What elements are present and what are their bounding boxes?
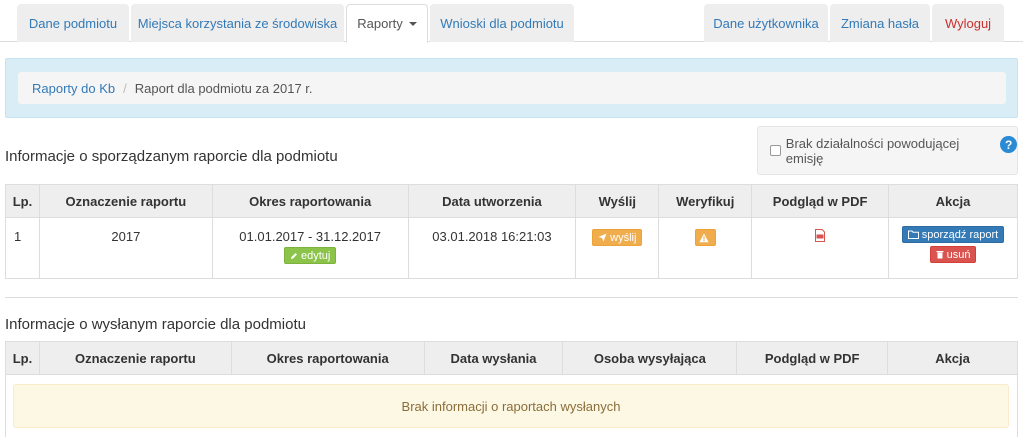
- section-divider: [5, 297, 1018, 298]
- pdf-file-icon[interactable]: [814, 229, 826, 242]
- verify-button[interactable]: [694, 229, 716, 246]
- breadcrumb-panel: Raporty do Kb / Raport dla podmiotu za 2…: [5, 58, 1018, 118]
- column-header: Osoba wysyłająca: [562, 341, 738, 375]
- tab-label: Miejsca korzystania ze środowiska: [137, 15, 338, 31]
- tab-label: Zmiana hasła: [840, 15, 920, 31]
- caret-down-icon: [408, 21, 417, 26]
- breadcrumb: Raporty do Kb / Raport dla podmiotu za 2…: [18, 72, 1006, 104]
- tab-label: Raporty: [357, 16, 403, 31]
- no-emission-checkbox[interactable]: [770, 145, 781, 156]
- column-header: Akcja: [887, 341, 1018, 375]
- row-verify-cell: [658, 217, 753, 279]
- warning-icon: [699, 233, 709, 242]
- paper-plane-icon: [598, 233, 607, 242]
- pencil-icon: [290, 252, 297, 259]
- column-header: Lp.: [5, 341, 40, 375]
- delete-label: usuń: [946, 248, 971, 261]
- table-header-row: Lp. Oznaczenie raportu Okres raportowani…: [5, 184, 1018, 218]
- tab-label: Wnioski dla podmiotu: [440, 15, 564, 31]
- prepared-report-table: Lp. Oznaczenie raportu Okres raportowani…: [5, 184, 1018, 279]
- trash-icon: [936, 251, 944, 259]
- table-row: 1 2017 01.01.2017 - 31.12.2017 edytuj 03…: [5, 217, 1018, 279]
- top-navigation: Dane podmiotu Miejsca korzystania ze śro…: [0, 0, 1023, 43]
- column-header: Okres raportowania: [230, 341, 425, 375]
- column-header: Podgląd w PDF: [736, 341, 889, 375]
- tab-raporty[interactable]: Raporty: [346, 4, 428, 43]
- column-header: Okres raportowania: [211, 184, 409, 218]
- column-header: Weryfikuj: [658, 184, 753, 218]
- breadcrumb-separator: /: [123, 80, 127, 96]
- tab-dane-uzytkownika[interactable]: Dane użytkownika: [704, 4, 828, 42]
- help-icon[interactable]: ?: [1000, 136, 1018, 153]
- row-period: 01.01.2017 - 31.12.2017: [239, 229, 381, 244]
- prepare-report-button[interactable]: sporządź raport: [901, 226, 1005, 243]
- prepare-report-label: sporządź raport: [921, 228, 999, 241]
- folder-icon: [907, 230, 919, 239]
- row-designation: 2017: [38, 217, 213, 279]
- no-emission-label: Brak działalności powodującej emisję: [785, 135, 960, 166]
- edit-label: edytuj: [300, 249, 331, 262]
- delete-button[interactable]: usuń: [929, 246, 977, 263]
- send-button[interactable]: wyślij: [592, 229, 643, 246]
- sent-section-title: Informacje o wysłanym raporcie dla podmi…: [5, 316, 306, 333]
- row-pdf-cell: [751, 217, 890, 279]
- prepared-section-title: Informacje o sporządzanym raporcie dla p…: [5, 148, 338, 165]
- logout-tab[interactable]: Wyloguj: [932, 4, 1004, 42]
- breadcrumb-current: Raport dla podmiotu za 2017 r.: [134, 80, 313, 96]
- column-header: Podgląd w PDF: [751, 184, 890, 218]
- row-created: 03.01.2018 16:21:03: [407, 217, 577, 279]
- row-period-cell: 01.01.2017 - 31.12.2017 edytuj: [211, 217, 409, 279]
- tab-label: Dane podmiotu: [28, 15, 118, 31]
- column-header: Lp.: [5, 184, 40, 218]
- column-header: Akcja: [888, 184, 1018, 218]
- tab-miejsca-korzystania[interactable]: Miejsca korzystania ze środowiska: [131, 4, 344, 42]
- column-header: Data utworzenia: [407, 184, 577, 218]
- empty-sent-message: Brak informacji o raportach wysłanych: [13, 384, 1009, 428]
- row-lp: 1: [5, 217, 40, 279]
- tab-label: Dane użytkownika: [713, 15, 819, 31]
- breadcrumb-link-raporty[interactable]: Raporty do Kb: [32, 81, 115, 96]
- tab-wnioski[interactable]: Wnioski dla podmiotu: [430, 4, 574, 42]
- column-header: Wyślij: [575, 184, 660, 218]
- edit-button[interactable]: edytuj: [283, 247, 337, 264]
- row-send-cell: wyślij: [575, 217, 660, 279]
- column-header: Data wysłania: [423, 341, 564, 375]
- tab-label: Wyloguj: [944, 15, 992, 31]
- row-actions-cell: sporządź raport usuń: [888, 217, 1018, 279]
- no-emission-option: Brak działalności powodującej emisję ?: [757, 126, 1018, 175]
- table-header-row: Lp. Oznaczenie raportu Okres raportowani…: [5, 341, 1018, 375]
- column-header: Oznaczenie raportu: [38, 184, 213, 218]
- column-header: Oznaczenie raportu: [38, 341, 232, 375]
- tab-zmiana-hasla[interactable]: Zmiana hasła: [830, 4, 930, 42]
- send-label: wyślij: [610, 231, 637, 244]
- tab-dane-podmiotu[interactable]: Dane podmiotu: [17, 4, 129, 42]
